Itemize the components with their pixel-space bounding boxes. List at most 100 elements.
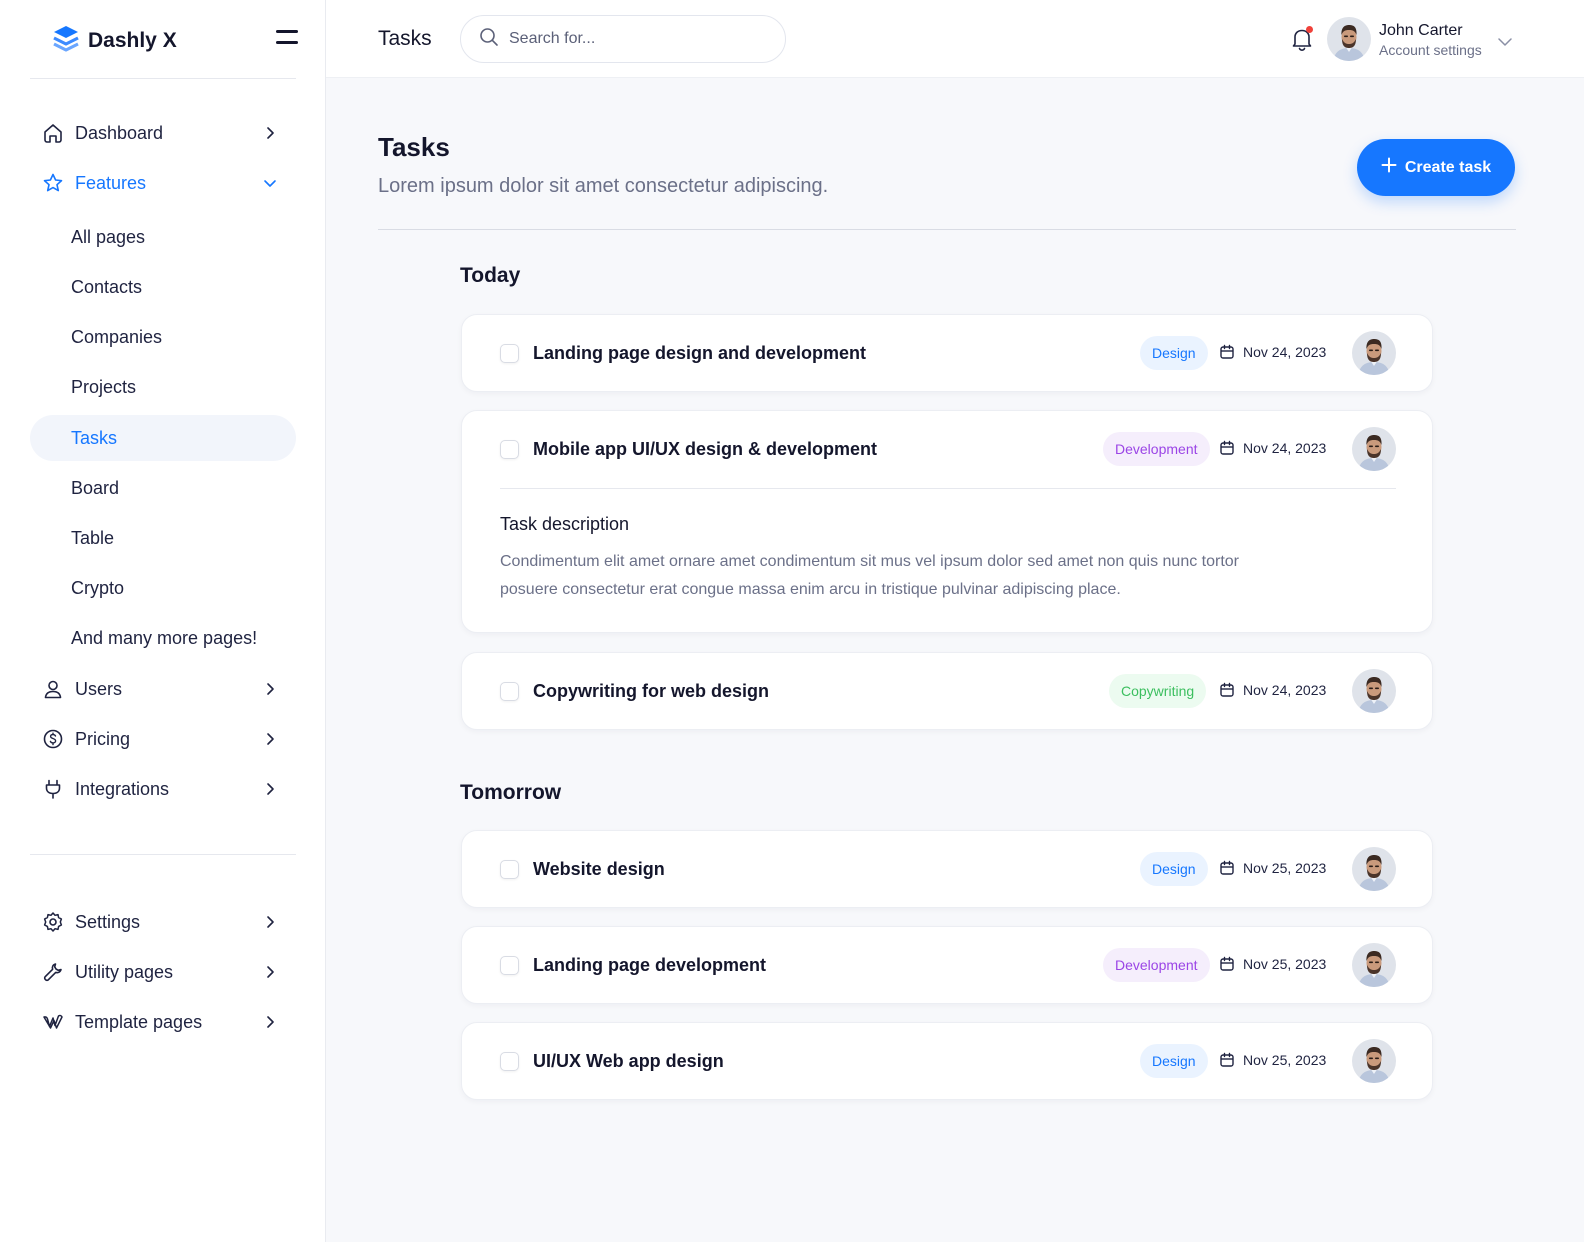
sidebar-item-label: Features bbox=[75, 172, 147, 193]
header-title: Tasks bbox=[378, 27, 432, 50]
sidebar-subitem-companies[interactable]: Companies bbox=[30, 314, 296, 360]
menu-toggle-icon[interactable] bbox=[276, 30, 298, 50]
assignee-avatar[interactable] bbox=[1352, 847, 1396, 891]
search-input[interactable] bbox=[509, 30, 759, 48]
task-name[interactable]: Landing page development bbox=[533, 955, 766, 976]
page-title: Tasks bbox=[378, 132, 450, 162]
task-date: Nov 24, 2023 bbox=[1219, 440, 1326, 456]
sidebar-item-dashboard[interactable]: Dashboard bbox=[30, 110, 296, 156]
chevron-down-icon[interactable] bbox=[1498, 34, 1512, 46]
task-name[interactable]: Mobile app UI/UX design & development bbox=[533, 439, 877, 460]
task-tag: Development bbox=[1103, 948, 1210, 982]
task-name[interactable]: UI/UX Web app design bbox=[533, 1051, 724, 1072]
account-settings-link[interactable]: Account settings bbox=[1379, 42, 1482, 58]
task-name[interactable]: Landing page design and development bbox=[533, 343, 866, 364]
sidebar-item-template-pages[interactable]: Template pages bbox=[30, 999, 296, 1045]
sidebar-subitem-projects[interactable]: Projects bbox=[30, 364, 296, 410]
task-checkbox[interactable] bbox=[500, 860, 519, 879]
home-icon bbox=[42, 122, 64, 144]
task-card[interactable]: Landing page design and development Desi… bbox=[461, 314, 1433, 392]
sidebar-item-label: Settings bbox=[75, 911, 141, 932]
sidebar-subitem-crypto[interactable]: Crypto bbox=[30, 565, 296, 611]
user-name[interactable]: John Carter bbox=[1379, 22, 1463, 40]
sidebar-item-label: Utility pages bbox=[75, 961, 174, 982]
assignee-avatar[interactable] bbox=[1352, 427, 1396, 471]
calendar-icon bbox=[1219, 956, 1235, 972]
sidebar-item-utility-pages[interactable]: Utility pages bbox=[30, 949, 296, 995]
assignee-avatar[interactable] bbox=[1352, 331, 1396, 375]
task-card[interactable]: Landing page development Development Nov… bbox=[461, 926, 1433, 1004]
task-divider bbox=[500, 488, 1396, 489]
chevron-right-icon bbox=[262, 681, 278, 697]
sidebar-item-features[interactable]: Features bbox=[30, 160, 296, 206]
chevron-right-icon bbox=[262, 731, 278, 747]
webflow-icon bbox=[42, 1011, 64, 1033]
task-name[interactable]: Copywriting for web design bbox=[533, 681, 769, 702]
task-tag: Copywriting bbox=[1109, 674, 1207, 708]
sidebar-subitem-table[interactable]: Table bbox=[30, 515, 296, 561]
gear-icon bbox=[42, 911, 64, 933]
task-date-label: Nov 24, 2023 bbox=[1243, 440, 1327, 456]
sidebar-subitem-all-pages[interactable]: All pages bbox=[30, 214, 296, 260]
notification-dot bbox=[1306, 26, 1313, 33]
sidebar-item-label: Users bbox=[75, 678, 123, 699]
task-checkbox[interactable] bbox=[500, 956, 519, 975]
task-checkbox[interactable] bbox=[500, 344, 519, 363]
notification-bell-icon[interactable] bbox=[1290, 26, 1314, 52]
task-date: Nov 25, 2023 bbox=[1219, 1052, 1326, 1068]
sidebar-item-pricing[interactable]: Pricing bbox=[30, 716, 296, 762]
sidebar-subitem-more-pages[interactable]: And many more pages! bbox=[30, 615, 296, 661]
user-avatar[interactable] bbox=[1327, 17, 1371, 61]
calendar-icon bbox=[1219, 440, 1235, 456]
sidebar: Dashly X Dashboard Features All pages Co… bbox=[0, 0, 326, 1242]
task-card[interactable]: UI/UX Web app design Design Nov 25, 2023 bbox=[461, 1022, 1433, 1100]
task-date-label: Nov 25, 2023 bbox=[1243, 860, 1327, 876]
create-task-label: Create task bbox=[1404, 158, 1492, 176]
task-date: Nov 25, 2023 bbox=[1219, 956, 1326, 972]
sidebar-item-integrations[interactable]: Integrations bbox=[30, 766, 296, 812]
assignee-avatar[interactable] bbox=[1352, 669, 1396, 713]
sidebar-item-label: Template pages bbox=[75, 1011, 203, 1032]
task-description-title: Task description bbox=[500, 514, 630, 534]
page-divider bbox=[378, 229, 1516, 230]
task-tag: Design bbox=[1140, 1044, 1208, 1078]
task-date: Nov 24, 2023 bbox=[1219, 682, 1326, 698]
sidebar-subitem-board[interactable]: Board bbox=[30, 465, 296, 511]
task-description-text: Condimentum elit amet ornare amet condim… bbox=[500, 553, 1240, 598]
task-card[interactable]: Copywriting for web design Copywriting N… bbox=[461, 652, 1433, 730]
section-title-tomorrow: Tomorrow bbox=[460, 781, 562, 804]
task-date-label: Nov 24, 2023 bbox=[1243, 344, 1327, 360]
sidebar-subitem-tasks[interactable]: Tasks bbox=[30, 415, 296, 461]
task-tag: Design bbox=[1140, 336, 1208, 370]
chevron-right-icon bbox=[262, 914, 278, 930]
sidebar-item-label: Dashboard bbox=[75, 122, 164, 143]
section-title-today: Today bbox=[460, 264, 521, 287]
task-name[interactable]: Website design bbox=[533, 859, 665, 880]
plug-icon bbox=[42, 778, 64, 800]
assignee-avatar[interactable] bbox=[1352, 1039, 1396, 1083]
task-card-expanded[interactable]: Mobile app UI/UX design & development De… bbox=[461, 410, 1433, 633]
task-checkbox[interactable] bbox=[500, 1052, 519, 1071]
task-checkbox[interactable] bbox=[500, 440, 519, 459]
calendar-icon bbox=[1219, 682, 1235, 698]
sidebar-item-users[interactable]: Users bbox=[30, 666, 296, 712]
create-task-button[interactable]: Create task bbox=[1357, 139, 1515, 196]
search-box[interactable] bbox=[460, 15, 786, 63]
chevron-right-icon bbox=[262, 964, 278, 980]
brand-logo[interactable]: Dashly X bbox=[52, 24, 177, 58]
user-icon bbox=[42, 678, 64, 700]
task-checkbox[interactable] bbox=[500, 682, 519, 701]
task-tag: Development bbox=[1103, 432, 1210, 466]
task-date-label: Nov 25, 2023 bbox=[1243, 1052, 1327, 1068]
sidebar-divider bbox=[30, 78, 296, 79]
sidebar-item-label: Integrations bbox=[75, 778, 170, 799]
calendar-icon bbox=[1219, 344, 1235, 360]
sidebar-item-settings[interactable]: Settings bbox=[30, 899, 296, 945]
assignee-avatar[interactable] bbox=[1352, 943, 1396, 987]
task-date-label: Nov 25, 2023 bbox=[1243, 956, 1327, 972]
task-card[interactable]: Website design Design Nov 25, 2023 bbox=[461, 830, 1433, 908]
chevron-down-icon bbox=[262, 175, 278, 191]
layers-logo-icon bbox=[52, 24, 80, 59]
task-date-label: Nov 24, 2023 bbox=[1243, 682, 1327, 698]
sidebar-subitem-contacts[interactable]: Contacts bbox=[30, 264, 296, 310]
